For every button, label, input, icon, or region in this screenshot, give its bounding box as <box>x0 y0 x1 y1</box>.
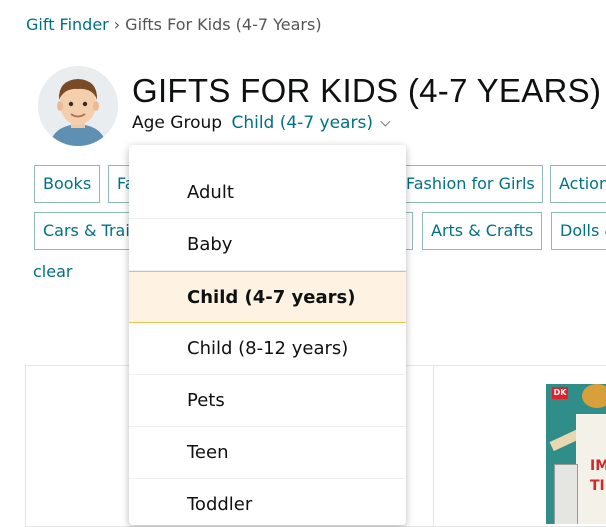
chip-cars-trains[interactable]: Cars & Trai <box>34 212 144 250</box>
breadcrumb-current: Gifts For Kids (4-7 Years) <box>125 15 322 34</box>
publisher-badge: DK <box>552 387 568 399</box>
age-group-selector: Age Group Child (4-7 years) <box>132 113 391 133</box>
chip-arts-crafts[interactable]: Arts & Crafts <box>422 212 542 250</box>
clear-filters-link[interactable]: clear <box>33 262 72 281</box>
breadcrumb-gift-finder-link[interactable]: Gift Finder <box>26 15 109 34</box>
child-portrait-icon <box>38 66 118 146</box>
age-group-dropdown-menu: Adult Baby Child (4-7 years) Child (8-12… <box>129 145 406 525</box>
chip-action[interactable]: Action <box>550 165 606 203</box>
breadcrumb-separator: › <box>113 15 121 34</box>
chip-dolls[interactable]: Dolls & <box>551 212 606 250</box>
dropdown-option-toddler[interactable]: Toddler <box>129 479 406 525</box>
cover-graphic <box>582 384 606 408</box>
avatar <box>38 66 118 146</box>
dropdown-option-child-8-12[interactable]: Child (8-12 years) <box>129 323 406 375</box>
chip-books[interactable]: Books <box>34 165 100 203</box>
age-group-label: Age Group <box>132 113 223 133</box>
book-cover-image[interactable]: DK IM TI <box>546 384 606 524</box>
page-title: GIFTS FOR KIDS (4-7 YEARS) <box>132 72 602 109</box>
cover-glyph: IM <box>590 458 606 474</box>
dropdown-option-teen[interactable]: Teen <box>129 427 406 479</box>
cover-graphic: IM TI <box>576 414 606 524</box>
chevron-down-icon[interactable] <box>380 116 391 127</box>
dropdown-option-pets[interactable]: Pets <box>129 375 406 427</box>
chip-fashion-for-girls[interactable]: Fashion for Girls <box>397 165 543 203</box>
cover-graphic <box>554 464 578 524</box>
age-group-value[interactable]: Child (4-7 years) <box>231 113 373 133</box>
dropdown-option-baby[interactable]: Baby <box>129 219 406 271</box>
breadcrumb: Gift Finder › Gifts For Kids (4-7 Years) <box>26 15 322 34</box>
dropdown-option-child-4-7[interactable]: Child (4-7 years) <box>129 271 406 323</box>
dropdown-option-adult[interactable]: Adult <box>129 167 406 219</box>
cover-glyph: TI <box>590 478 605 494</box>
